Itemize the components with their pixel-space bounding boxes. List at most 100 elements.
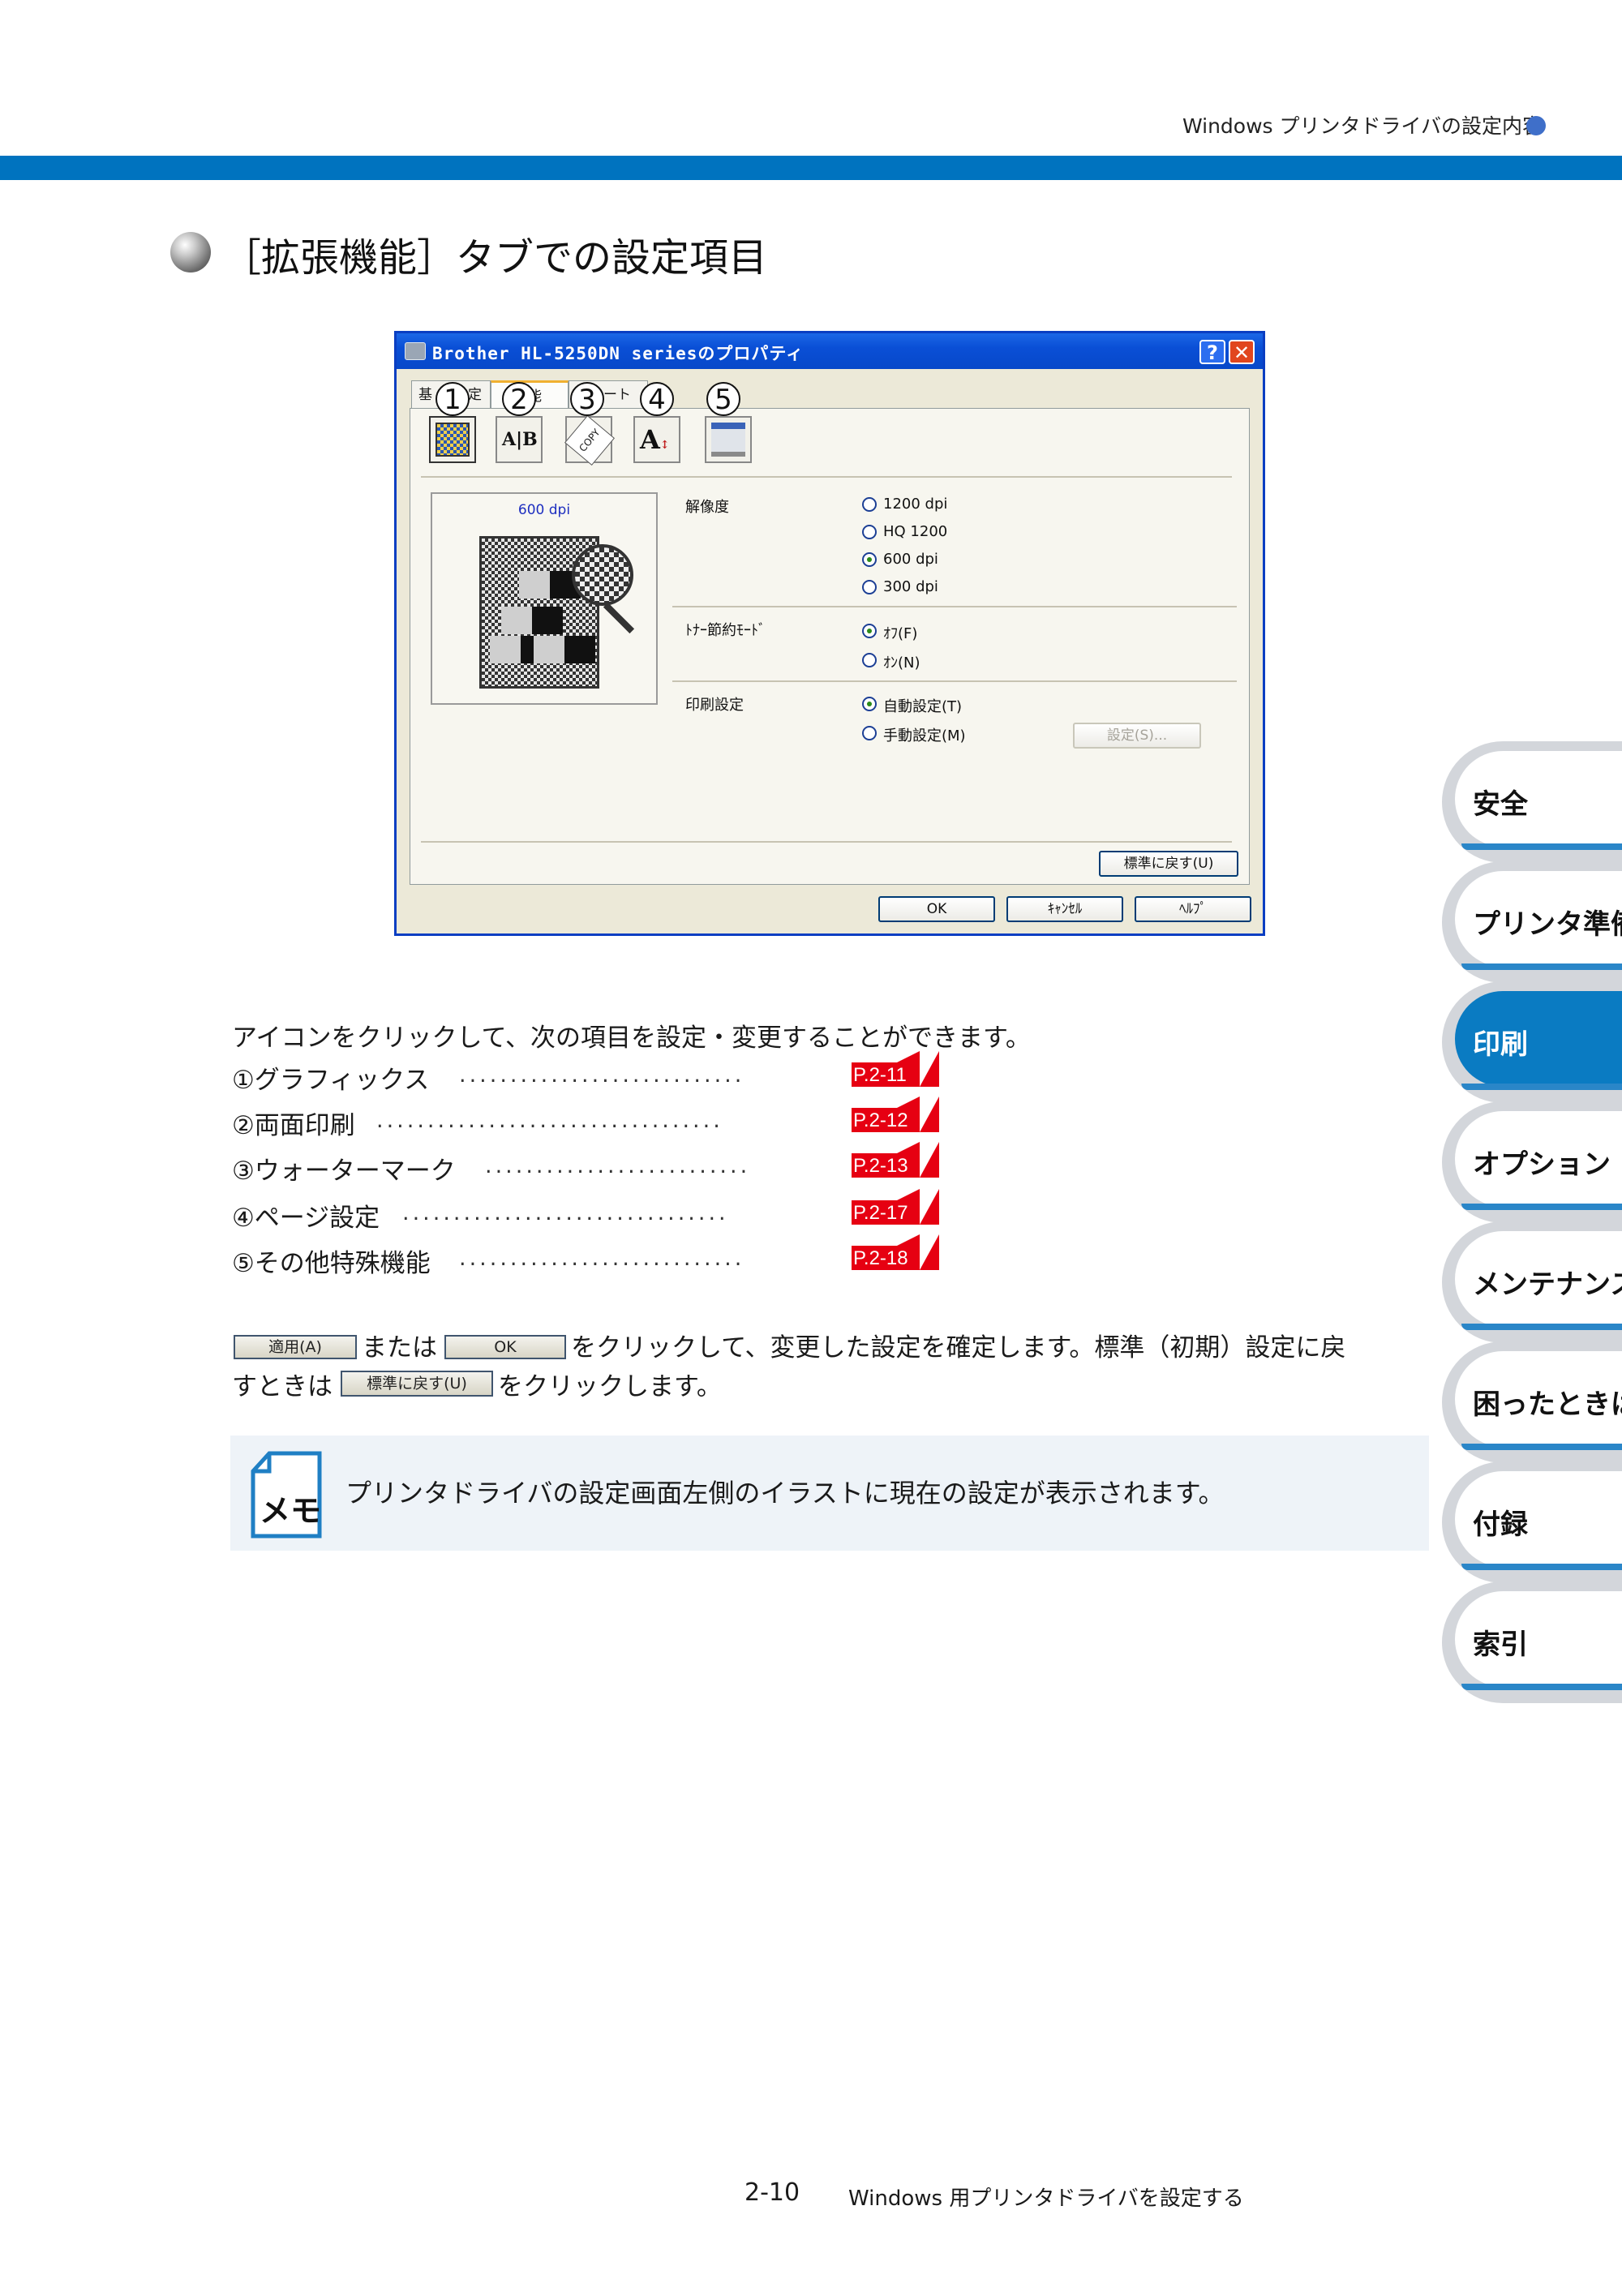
page-ref-duplex[interactable]: P.2-12 xyxy=(852,1097,939,1132)
header-dot-icon xyxy=(1526,116,1546,135)
item-watermark-label: ③ウォーターマーク xyxy=(232,1157,456,1186)
radio-toner-on[interactable] xyxy=(862,653,877,667)
page-ref-text: P.2-13 xyxy=(853,1155,908,1177)
magnifier-handle xyxy=(603,602,635,634)
printer-properties-dialog: Brother HL-5250DN seriesのプロパティ ? ✕ 基定 機能… xyxy=(394,331,1265,936)
inline-ok-button: OK xyxy=(444,1335,566,1359)
separator xyxy=(421,841,1232,843)
callout-3: 3 xyxy=(570,382,604,416)
close-button[interactable]: ✕ xyxy=(1229,340,1255,364)
graphics-button[interactable] xyxy=(429,416,476,463)
callout-5: 5 xyxy=(706,382,740,416)
callout-1: 1 xyxy=(436,382,470,416)
tab-support-label: ート xyxy=(603,387,631,403)
instruction-line1: をクリックして、変更した設定を確定します。標準（初期）設定に戻 xyxy=(571,1333,1346,1363)
separator xyxy=(421,476,1232,478)
instruction-line2-rest: をクリックします。 xyxy=(498,1372,722,1401)
help-text-button[interactable]: ﾍﾙﾌﾟ xyxy=(1135,896,1251,922)
ok-button[interactable]: OK xyxy=(878,896,995,922)
side-tab-label: プリンタ準備 xyxy=(1473,908,1622,941)
toner-save-label: ﾄﾅｰ節約ﾓｰﾄﾞ xyxy=(685,622,766,639)
memo-icon-label: メモ xyxy=(260,1493,322,1529)
item-page-setting-label: ④ページ設定 xyxy=(232,1204,380,1233)
preview-resolution: 600 dpi xyxy=(517,502,571,518)
radio-300dpi[interactable] xyxy=(862,580,877,594)
radio-300dpi-label: 300 dpi xyxy=(883,578,938,595)
side-tab-label: 印刷 xyxy=(1473,1028,1528,1061)
side-tab-safety[interactable]: 安全 xyxy=(1442,741,1622,863)
leader-dots: .......................... xyxy=(485,1153,751,1178)
page-ref-text: P.2-11 xyxy=(853,1064,907,1086)
cancel-button[interactable]: ｷｬﾝｾﾙ xyxy=(1006,896,1123,922)
radio-600dpi[interactable] xyxy=(862,552,877,567)
magnifier-icon xyxy=(572,544,633,606)
page-setting-button[interactable]: A↕ xyxy=(633,416,680,463)
memo-text: プリンタドライバの設定画面左側のイラストに現在の設定が表示されます。 xyxy=(345,1478,1225,1508)
side-tab-label: 索引 xyxy=(1473,1629,1528,1661)
header-bar xyxy=(0,156,1622,180)
section-title: ［拡張機能］タブでの設定項目 xyxy=(222,235,768,281)
settings-preview: 600 dpi xyxy=(431,492,658,705)
page-ref-other-functions[interactable]: P.2-18 xyxy=(852,1234,939,1270)
or-text: または xyxy=(362,1333,437,1363)
item-graphics-label: ①グラフィックス xyxy=(232,1066,430,1095)
item-other-functions-label: ⑤その他特殊機能 xyxy=(232,1249,431,1278)
side-tab-preparation[interactable]: プリンタ準備 xyxy=(1442,861,1622,983)
page-ref-text: P.2-17 xyxy=(853,1202,908,1224)
side-tab-appendix[interactable]: 付録 xyxy=(1442,1461,1622,1583)
dialog-title: Brother HL-5250DN seriesのプロパティ xyxy=(432,344,805,363)
side-tab-troubleshooting[interactable]: 困ったときは xyxy=(1442,1341,1622,1463)
radio-auto-setting[interactable] xyxy=(862,697,877,711)
page-ref-text: P.2-12 xyxy=(853,1109,908,1131)
page-ref-page-setting[interactable]: P.2-17 xyxy=(852,1189,939,1225)
side-tab-maintenance[interactable]: メンテナンス xyxy=(1442,1221,1622,1343)
printer-icon xyxy=(405,342,426,360)
other-functions-icon xyxy=(711,423,745,457)
item-duplex-label: ②両面印刷 xyxy=(232,1111,355,1140)
inline-default-button: 標準に戻す(U) xyxy=(341,1371,493,1397)
intro-text: アイコンをクリックして、次の項目を設定・変更することができます。 xyxy=(232,1024,1031,1053)
radio-auto-setting-label: 自動設定(T) xyxy=(883,698,963,715)
tab-basic-label-start: 基 xyxy=(418,387,432,403)
inline-apply-button: 適用(A) xyxy=(234,1335,357,1359)
watermark-button[interactable]: COPY xyxy=(564,415,615,466)
leader-dots: ................................ xyxy=(402,1200,729,1225)
page-ref-graphics[interactable]: P.2-11 xyxy=(852,1051,939,1087)
radio-manual-setting-label: 手動設定(M) xyxy=(883,727,966,745)
restore-default-button[interactable]: 標準に戻す(U) xyxy=(1099,851,1238,877)
radio-toner-off-label: ｵﾌ(F) xyxy=(883,625,918,642)
side-tab-options[interactable]: オプション xyxy=(1442,1101,1622,1223)
separator xyxy=(672,680,1237,682)
leader-dots: ............................ xyxy=(459,1062,745,1088)
running-header: Windows プリンタドライバの設定内容 xyxy=(1182,114,1543,138)
resolution-label: 解像度 xyxy=(685,499,729,516)
side-tab-print[interactable]: 印刷 xyxy=(1442,981,1622,1103)
duplex-button[interactable]: A|B xyxy=(496,416,543,463)
radio-hq1200[interactable] xyxy=(862,525,877,539)
radio-hq1200-label: HQ 1200 xyxy=(883,523,948,540)
section-bullet-icon xyxy=(170,232,211,273)
instruction-line2-start: すときは xyxy=(232,1372,333,1401)
side-tab-index[interactable]: 索引 xyxy=(1442,1581,1622,1703)
print-setting-label: 印刷設定 xyxy=(685,697,744,714)
radio-toner-on-label: ｵﾝ(N) xyxy=(883,654,920,672)
side-tab-label: 安全 xyxy=(1473,788,1528,821)
radio-manual-setting[interactable] xyxy=(862,726,877,740)
side-tab-label: オプション xyxy=(1473,1148,1611,1181)
memo-box: メモ プリンタドライバの設定画面左側のイラストに現在の設定が表示されます。 xyxy=(230,1436,1429,1551)
watermark-icon: COPY xyxy=(564,415,615,466)
radio-1200dpi[interactable] xyxy=(862,497,877,512)
settings-button[interactable]: 設定(S)... xyxy=(1073,723,1201,749)
graphics-icon xyxy=(436,423,470,457)
page-ref-watermark[interactable]: P.2-13 xyxy=(852,1142,939,1178)
footer-title: Windows 用プリンタドライバを設定する xyxy=(848,2187,1244,2211)
page-ref-text: P.2-18 xyxy=(853,1247,908,1269)
callout-2: 2 xyxy=(502,382,536,416)
side-tab-label: 困ったときは xyxy=(1473,1388,1622,1421)
help-button[interactable]: ? xyxy=(1199,340,1225,364)
page-number: 2-10 xyxy=(744,2178,800,2207)
radio-toner-off[interactable] xyxy=(862,624,877,638)
other-functions-button[interactable] xyxy=(705,416,752,463)
separator xyxy=(672,606,1237,607)
tab-basic-label-end: 定 xyxy=(468,387,482,403)
